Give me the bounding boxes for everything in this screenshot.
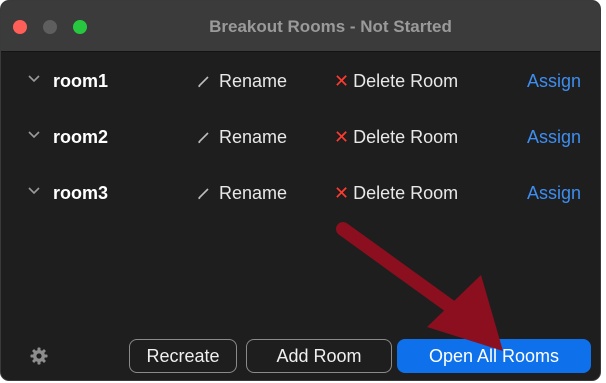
- x-icon: ✕: [334, 127, 350, 147]
- rename-label: Rename: [219, 127, 288, 147]
- room-row: room2 Rename ✕ Delete Room Assign: [1, 117, 600, 157]
- assign-link[interactable]: Assign: [527, 183, 581, 204]
- x-icon: ✕: [334, 71, 350, 91]
- chevron-down-icon[interactable]: [27, 127, 41, 141]
- room-name: room2: [53, 127, 109, 147]
- room-row: room1 Rename ✕ Delete Room Assign: [1, 61, 600, 101]
- chevron-down-icon[interactable]: [27, 71, 41, 85]
- title-bar: Breakout Rooms - Not Started: [1, 1, 600, 52]
- add-room-button[interactable]: Add Room: [246, 339, 392, 373]
- breakout-rooms-window: Breakout Rooms - Not Started room1 Renam…: [0, 0, 601, 381]
- gear-icon[interactable]: [29, 346, 49, 366]
- x-icon: ✕: [334, 183, 350, 203]
- rename-button[interactable]: Rename: [197, 183, 287, 204]
- delete-room-label: Delete Room: [353, 71, 459, 91]
- pencil-icon: [198, 132, 209, 144]
- delete-room-button[interactable]: ✕ Delete Room: [334, 71, 458, 92]
- pencil-icon: [198, 188, 209, 200]
- assign-link[interactable]: Assign: [527, 127, 581, 148]
- room-row: room3 Rename ✕ Delete Room Assign: [1, 173, 600, 213]
- room-name: room3: [53, 183, 109, 203]
- pencil-icon: [198, 76, 209, 88]
- rename-button[interactable]: Rename: [197, 127, 287, 148]
- recreate-button[interactable]: Recreate: [129, 339, 237, 373]
- delete-room-label: Delete Room: [353, 183, 459, 203]
- assign-link[interactable]: Assign: [527, 71, 581, 92]
- open-all-rooms-button[interactable]: Open All Rooms: [397, 339, 591, 373]
- delete-room-label: Delete Room: [353, 127, 459, 147]
- window-title: Breakout Rooms - Not Started: [209, 17, 452, 36]
- delete-room-button[interactable]: ✕ Delete Room: [334, 183, 458, 204]
- room-name: room1: [53, 71, 109, 91]
- chevron-down-icon[interactable]: [27, 183, 41, 197]
- delete-room-button[interactable]: ✕ Delete Room: [334, 127, 458, 148]
- rename-button[interactable]: Rename: [197, 71, 287, 92]
- rename-label: Rename: [219, 183, 288, 203]
- rename-label: Rename: [219, 71, 288, 91]
